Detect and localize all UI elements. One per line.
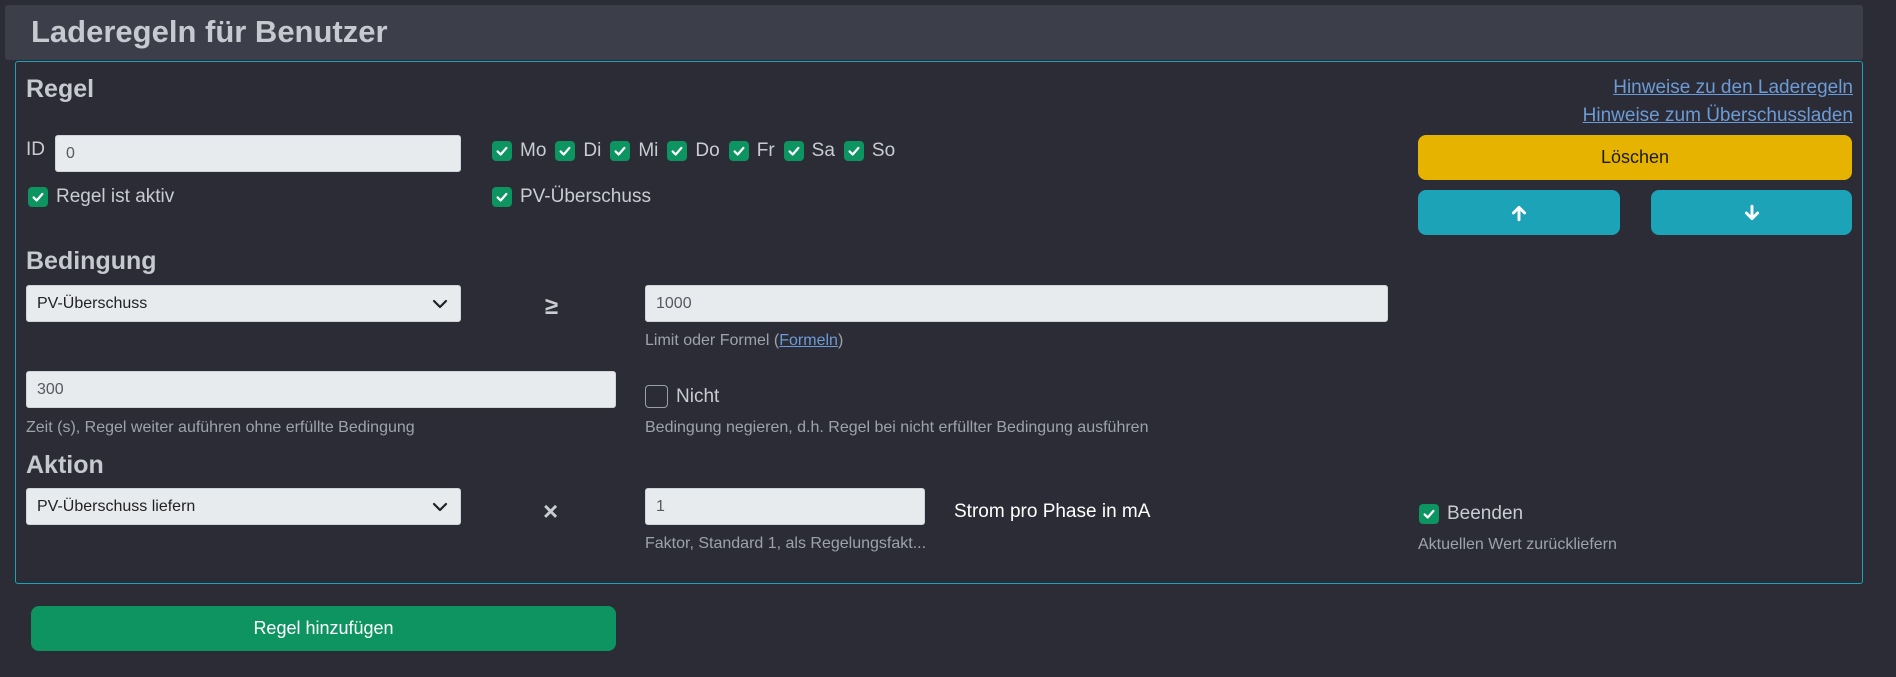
limit-help-prefix: Limit oder Formel ( bbox=[645, 332, 780, 349]
factor-input[interactable]: 1 bbox=[645, 488, 925, 525]
factor-input-value: 1 bbox=[656, 497, 665, 515]
day-sa[interactable]: Sa bbox=[783, 140, 835, 162]
multiply-operator: × bbox=[543, 496, 559, 526]
pv-surplus-toggle[interactable]: PV-Überschuss bbox=[492, 186, 651, 208]
greater-equal-operator: ≥ bbox=[545, 293, 559, 320]
action-select[interactable]: PV-Überschuss liefern bbox=[26, 488, 461, 525]
checkbox-do[interactable] bbox=[667, 141, 688, 161]
rule-active-checkbox[interactable] bbox=[28, 187, 48, 207]
surplus-help-link[interactable]: Hinweise zum Überschussladen bbox=[1583, 105, 1853, 127]
page-title: Laderegeln für Benutzer bbox=[31, 14, 388, 49]
negate-toggle[interactable]: Nicht bbox=[645, 385, 719, 408]
checkbox-mo[interactable] bbox=[492, 141, 512, 161]
unit-label: Strom pro Phase in mA bbox=[954, 501, 1151, 522]
id-input-value: 0 bbox=[66, 144, 75, 162]
action-section-title: Aktion bbox=[26, 451, 104, 479]
rule-section-title: Regel bbox=[26, 75, 95, 103]
finish-checkbox[interactable] bbox=[1419, 504, 1439, 524]
check-icon bbox=[496, 146, 508, 156]
id-label: ID bbox=[26, 139, 45, 160]
finish-toggle[interactable]: Beenden bbox=[1419, 503, 1523, 525]
delete-button[interactable]: Löschen bbox=[1418, 135, 1852, 180]
condition-section-title: Bedingung bbox=[26, 247, 157, 275]
action-select-value: PV-Überschuss liefern bbox=[37, 497, 196, 515]
time-help: Zeit (s), Regel weiter auführen ohne erf… bbox=[26, 419, 415, 436]
finish-help: Aktuellen Wert zurückliefern bbox=[1418, 536, 1617, 553]
check-icon bbox=[671, 146, 683, 156]
rule-active-label: Regel ist aktiv bbox=[56, 186, 175, 207]
day-label-do: Do bbox=[695, 140, 720, 161]
pv-surplus-label: PV-Überschuss bbox=[520, 186, 651, 207]
limit-input[interactable]: 1000 bbox=[645, 285, 1388, 322]
checkbox-mi[interactable] bbox=[610, 141, 631, 161]
time-input[interactable]: 300 bbox=[26, 371, 616, 408]
chevron-down-icon bbox=[432, 299, 448, 308]
arrow-down-icon bbox=[1744, 204, 1759, 220]
day-label-fr: Fr bbox=[756, 140, 775, 161]
chevron-down-icon bbox=[432, 502, 448, 511]
checkbox-so[interactable] bbox=[843, 141, 864, 161]
checkbox-sa[interactable] bbox=[783, 141, 804, 161]
pv-surplus-checkbox[interactable] bbox=[492, 187, 512, 207]
check-icon bbox=[614, 146, 626, 156]
rules-help-link[interactable]: Hinweise zu den Laderegeln bbox=[1613, 77, 1853, 99]
add-rule-button[interactable]: Regel hinzufügen bbox=[31, 606, 616, 651]
formulas-link[interactable]: Formeln bbox=[779, 332, 838, 349]
id-input[interactable]: 0 bbox=[55, 135, 461, 172]
rule-active-toggle[interactable]: Regel ist aktiv bbox=[28, 186, 174, 208]
check-icon bbox=[32, 192, 44, 202]
check-icon bbox=[733, 146, 745, 156]
check-icon bbox=[788, 146, 800, 156]
limit-help: Limit oder Formel (Formeln) bbox=[645, 332, 843, 350]
day-do[interactable]: Do bbox=[667, 140, 720, 162]
check-icon bbox=[496, 192, 508, 202]
negate-checkbox[interactable] bbox=[645, 385, 668, 408]
day-mi[interactable]: Mi bbox=[610, 140, 658, 162]
day-label-so: So bbox=[871, 140, 896, 161]
checkbox-fr[interactable] bbox=[728, 141, 749, 161]
day-so[interactable]: So bbox=[843, 140, 896, 162]
day-fr[interactable]: Fr bbox=[728, 140, 775, 162]
condition-source-select[interactable]: PV-Überschuss bbox=[26, 285, 461, 322]
day-mo[interactable]: Mo bbox=[492, 140, 546, 162]
day-label-sa: Sa bbox=[811, 140, 835, 161]
checkbox-di[interactable] bbox=[555, 141, 576, 161]
check-icon bbox=[848, 146, 860, 156]
move-down-button[interactable] bbox=[1651, 190, 1852, 235]
day-label-mi: Mi bbox=[638, 140, 659, 161]
arrow-up-icon bbox=[1511, 205, 1527, 221]
check-icon bbox=[559, 146, 571, 156]
day-label-di: Di bbox=[583, 140, 602, 161]
weekday-checkboxes: Mo Di Mi Do Fr Sa So bbox=[492, 140, 895, 162]
limit-help-suffix: ) bbox=[837, 332, 844, 349]
check-icon bbox=[1423, 509, 1435, 519]
condition-source-value: PV-Überschuss bbox=[37, 294, 148, 312]
day-di[interactable]: Di bbox=[555, 140, 601, 162]
factor-help: Faktor, Standard 1, als Regelungsfakt... bbox=[645, 535, 927, 552]
negate-help: Bedingung negieren, d.h. Regel bei nicht… bbox=[645, 419, 1149, 436]
move-up-button[interactable] bbox=[1418, 190, 1620, 235]
finish-label: Beenden bbox=[1447, 503, 1524, 524]
negate-label: Nicht bbox=[676, 385, 720, 407]
time-input-value: 300 bbox=[37, 380, 64, 398]
day-label-mo: Mo bbox=[520, 140, 547, 161]
limit-input-value: 1000 bbox=[656, 294, 692, 312]
